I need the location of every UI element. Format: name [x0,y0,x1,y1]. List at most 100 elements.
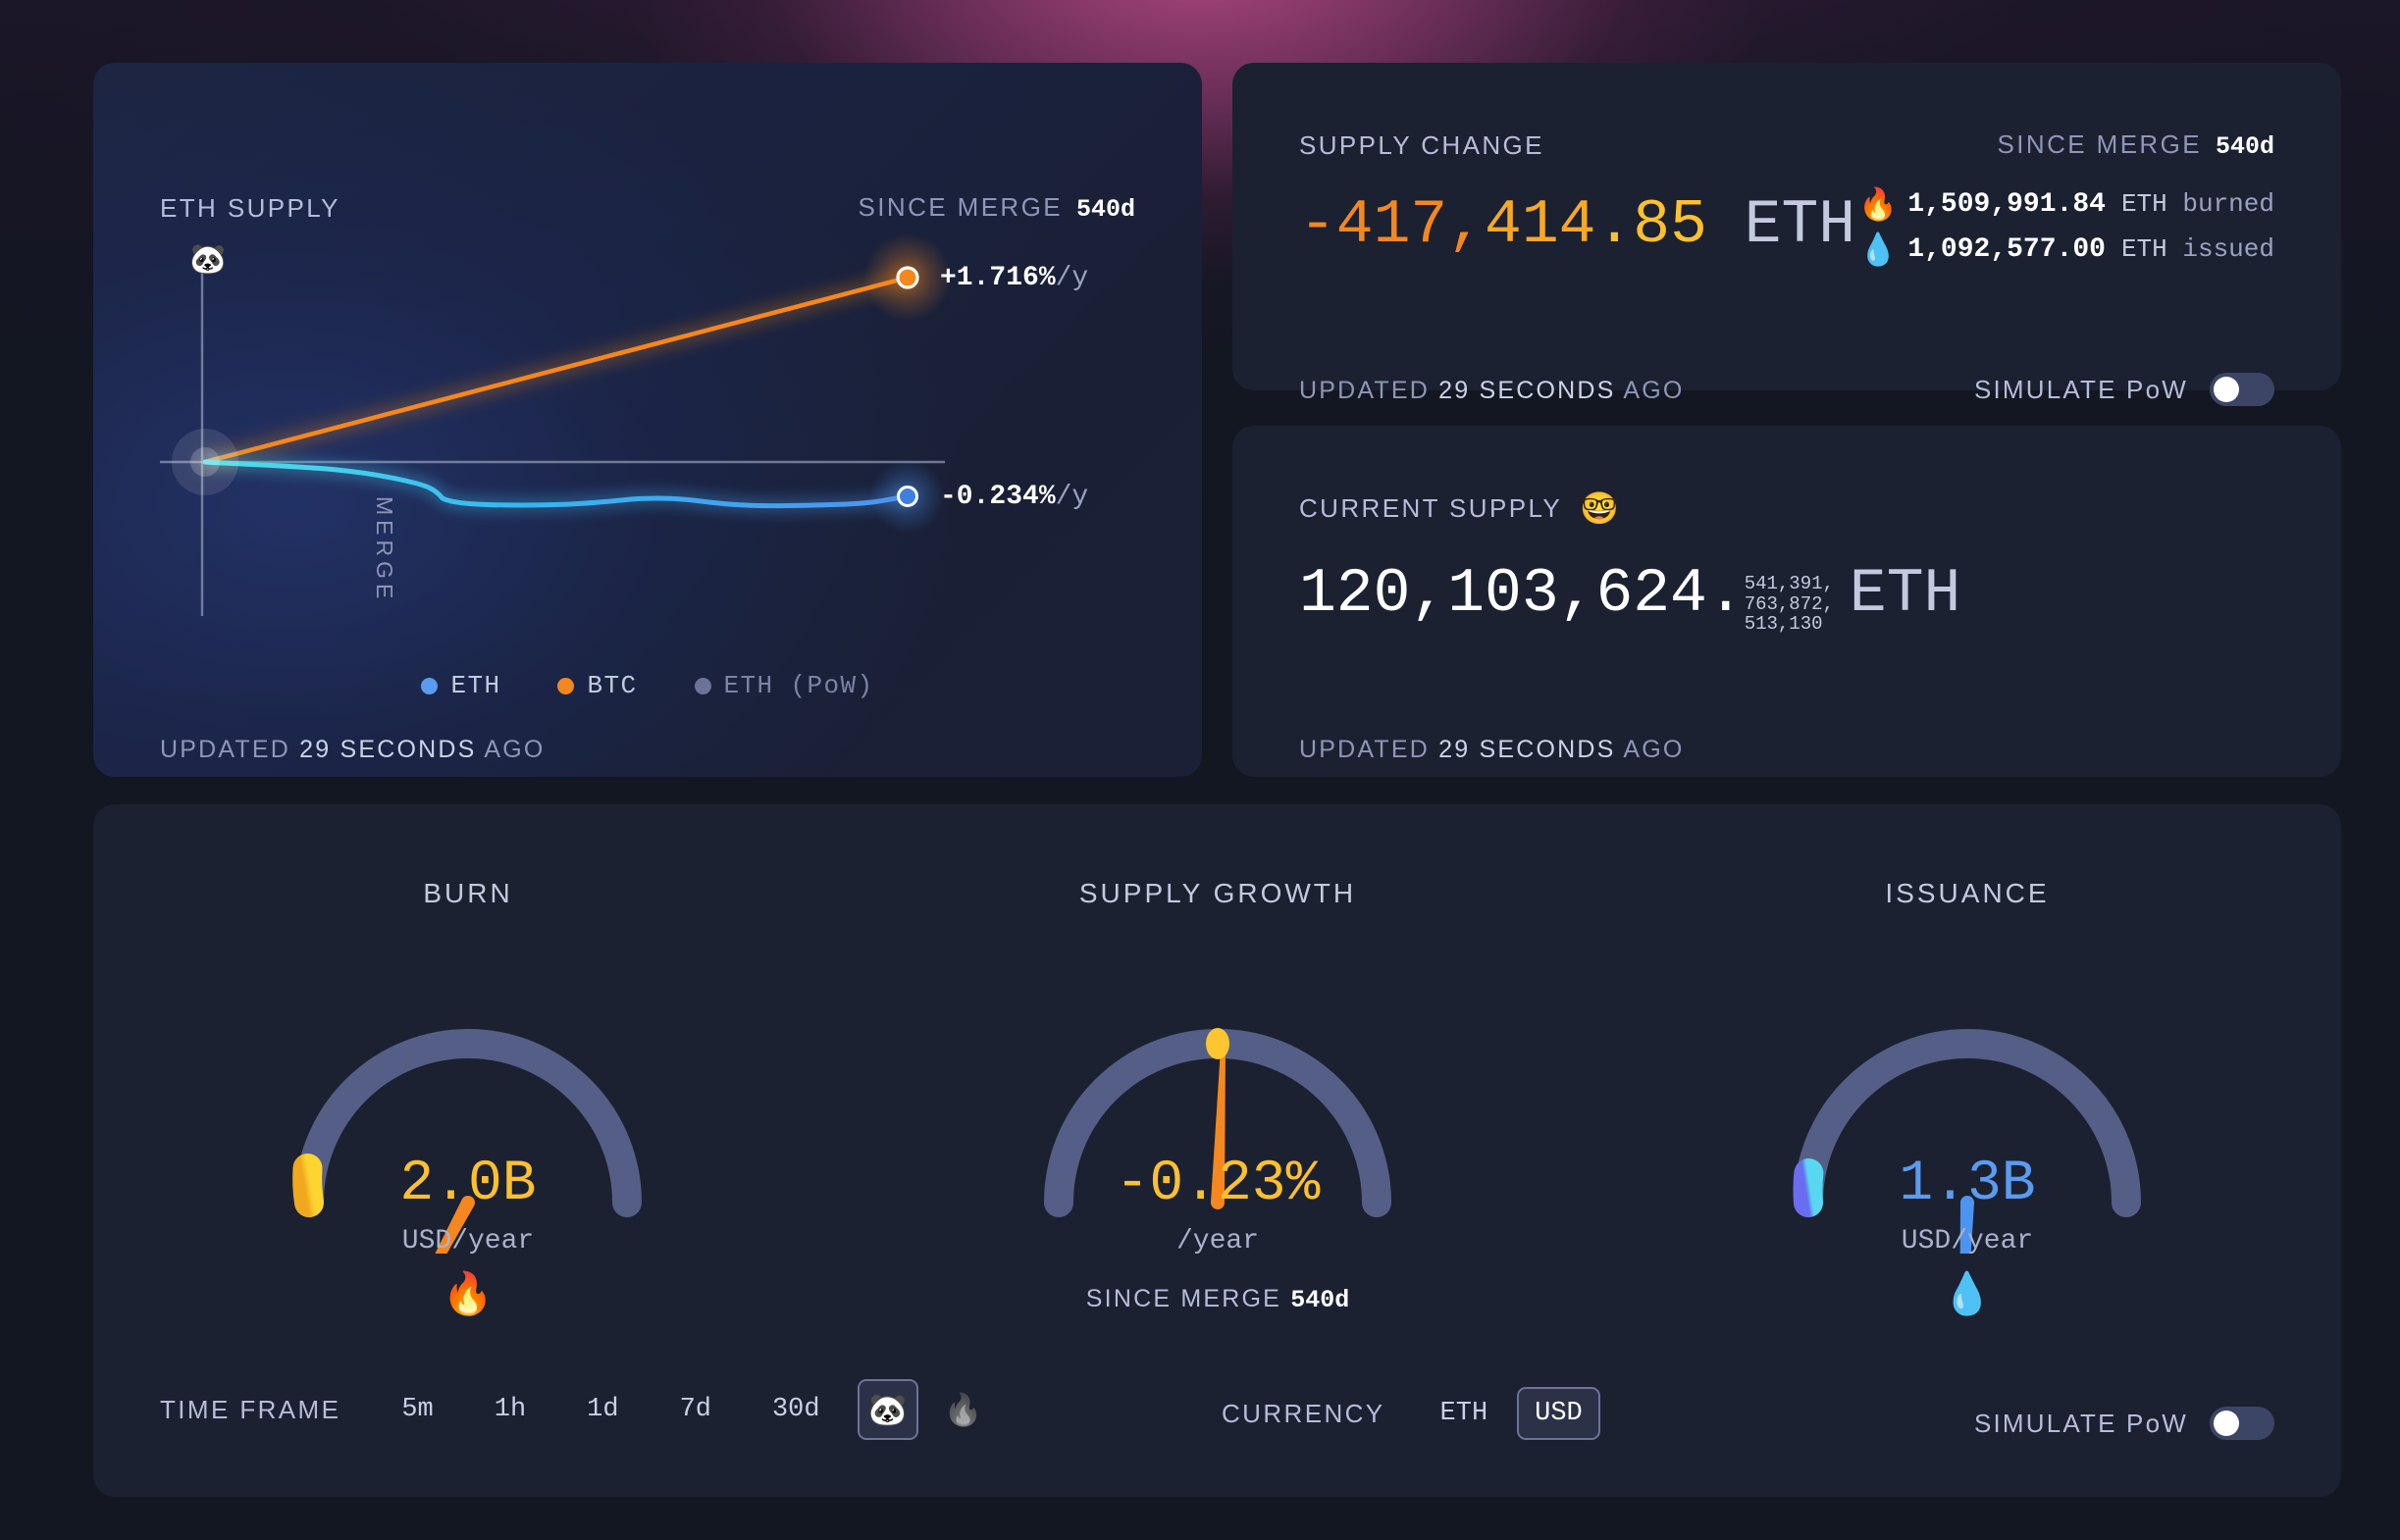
gauge-issuance-unit: USD/year [1901,1226,2034,1257]
gauge-burn-value: 2.0B [399,1153,537,1216]
fire-icon: 🔥 [442,1270,495,1316]
supply-change-updated-status: UPDATED 29 SECONDS AGO [1299,377,1685,405]
currency-label: CURRENCY [1222,1398,1385,1428]
current-supply-title-row: CURRENT SUPPLY 🤓 [1299,492,1619,524]
supply-change-since-merge-label: SINCE MERGE [1997,129,2202,159]
change-updated-prefix: UPDATED [1299,377,1431,404]
gauge-growth-since-merge: SINCE MERGE 540d [843,1285,1592,1314]
simulate-pow-control-bottom[interactable]: SIMULATE PoW [1974,1407,2274,1440]
btc-end-unit: /y [1055,263,1089,293]
panda-face-icon: 🐼 [189,243,227,276]
supply-change-since-merge: SINCE MERGE 540d [1998,129,2274,161]
simulate-pow-label-top: SIMULATE PoW [1973,374,2188,404]
supply-change-since-merge-value: 540d [2215,132,2274,161]
chart-legend: ETH BTC ETH (PoW) [93,671,1202,700]
issued-amount: 1,092,577.00 [1907,233,2106,265]
current-supply-unit: ETH [1849,559,1961,629]
legend-dot-btc [557,677,575,694]
timeframe-option-5m[interactable]: 5m [397,1389,437,1430]
gauge-growth-since-merge-value: 540d [1290,1286,1350,1314]
burned-word: burned [2182,189,2274,219]
currency-option-eth[interactable]: ETH [1436,1393,1492,1434]
eth-end-value: -0.234% [940,482,1056,512]
gauge-growth-value: -0.23% [1115,1153,1321,1216]
gauge-issuance: ISSUANCE 1.3B USD/year 💧 [1592,804,2342,1497]
supply-change-title: SUPPLY CHANGE [1299,129,1544,160]
eth-supply-header: ETH SUPPLY SINCE MERGE 540d [160,192,1135,224]
issued-asset: ETH [2120,234,2167,264]
legend-dot-eth [421,677,439,694]
supply-change-value-p1: -417, [1299,190,1486,260]
current-supply-card: CURRENT SUPPLY 🤓 120,103,624. 541,391, 76… [1232,426,2341,777]
legend-label-eth-pow: ETH (PoW) [723,671,874,700]
dashboard-root: ETH SUPPLY SINCE MERGE 540d 🐼 MERGE +1.7… [0,0,2400,1540]
cs-updated-value: 29 SECONDS [1438,736,1616,763]
since-merge-badge: SINCE MERGE 540d [859,192,1135,224]
supply-change-card: SUPPLY CHANGE SINCE MERGE 540d -417,414.… [1232,63,2341,406]
cs-updated-prefix: UPDATED [1299,736,1431,763]
current-supply-integer: 120,103,624. [1299,559,1745,629]
current-supply-fraction: 541,391, 763,872, 513,130 [1744,573,1834,636]
currency-option-usd[interactable]: USD [1517,1387,1600,1440]
supply-change-value: -417,414.85 ETH [1299,190,1855,260]
supply-change-header: SUPPLY CHANGE SINCE MERGE 540d [1299,129,2274,161]
supply-updated-prefix: UPDATED [160,736,291,763]
gauges-card: BURN 2.0B USD/year 🔥 SUPPLY GROWTH -0.23… [93,804,2341,1497]
supply-updated-suffix: AGO [484,736,546,763]
legend-item-eth-pow[interactable]: ETH (PoW) [694,671,874,700]
merge-axis-label: MERGE [372,496,397,604]
legend-item-eth[interactable]: ETH [421,671,500,700]
cs-updated-suffix: AGO [1623,736,1685,763]
issued-stat-row: 💧 1,092,577.00 ETH issued [1858,233,2274,265]
issued-word: issued [2182,234,2274,264]
simulate-pow-control-top[interactable]: SIMULATE PoW [1974,373,2274,406]
gauge-growth-unit: /year [1175,1226,1259,1257]
time-frame-label: TIME FRAME [160,1394,341,1424]
current-supply-title: CURRENT SUPPLY [1299,492,1563,523]
change-updated-suffix: AGO [1623,377,1685,404]
issued-suffix: ETH issued [2121,234,2274,264]
supply-chart-svg [160,233,952,616]
eth-end-unit: /y [1055,482,1089,512]
supply-change-value-p2: 414 [1485,190,1596,260]
simulate-pow-toggle-top[interactable] [2210,373,2274,406]
droplet-icon: 💧 [1858,231,1899,267]
gauge-burn-unit: USD/year [401,1226,535,1257]
legend-item-btc[interactable]: BTC [557,671,637,700]
page-title: ETH SUPPLY [160,192,340,223]
legend-label-btc: BTC [587,671,638,700]
supply-change-value-unit: ETH [1744,190,1856,260]
since-merge-label: SINCE MERGE [858,192,1063,222]
eth-end-label: -0.234%/y [940,482,1088,512]
legend-dot-eth-pow [694,677,711,694]
gauge-issuance-title: ISSUANCE [1885,878,2050,908]
currency-control: CURRENCY ETH USD [1222,1387,1600,1440]
burned-suffix: ETH burned [2121,189,2274,219]
supply-change-value-p3: .85 [1595,190,1707,260]
fire-icon: 🔥 [1858,186,1899,222]
simulate-pow-toggle-bottom[interactable] [2210,1407,2274,1440]
gauge-growth-since-merge-label: SINCE MERGE [1085,1285,1282,1312]
eth-supply-card: ETH SUPPLY SINCE MERGE 540d 🐼 MERGE +1.7… [93,63,1202,777]
gauge-issuance-value: 1.3B [1899,1153,2036,1216]
supply-chart[interactable]: 🐼 MERGE +1.716%/y -0.234%/y [160,231,1141,643]
supply-updated-status: UPDATED 29 SECONDS AGO [160,736,546,764]
current-supply-header: CURRENT SUPPLY 🤓 [1299,492,1619,524]
timeframe-option-7d[interactable]: 7d [676,1389,715,1430]
timeframe-option-30d[interactable]: 30d [768,1389,824,1430]
gauge-burn-title: BURN [423,878,513,908]
burned-asset: ETH [2120,189,2167,219]
panda-face-icon[interactable]: 🐼 [857,1379,918,1440]
current-supply-updated-status: UPDATED 29 SECONDS AGO [1299,736,1685,764]
btc-end-label: +1.716%/y [940,263,1088,293]
timeframe-option-1d[interactable]: 1d [583,1389,622,1430]
nerd-face-icon: 🤓 [1580,490,1619,526]
supply-change-stats: 🔥 1,509,991.84 ETH burned 💧 1,092,577.00… [1858,188,2274,279]
droplet-icon: 💧 [1941,1270,1994,1316]
fire-icon[interactable]: 🔥 [944,1394,983,1425]
timeframe-option-1h[interactable]: 1h [491,1389,530,1430]
btc-end-value: +1.716% [940,263,1056,293]
burned-amount: 1,509,991.84 [1907,188,2106,220]
change-updated-value: 29 SECONDS [1438,377,1616,404]
time-frame-control: TIME FRAME 5m 1h 1d 7d 30d 🐼 🔥 [160,1379,982,1440]
